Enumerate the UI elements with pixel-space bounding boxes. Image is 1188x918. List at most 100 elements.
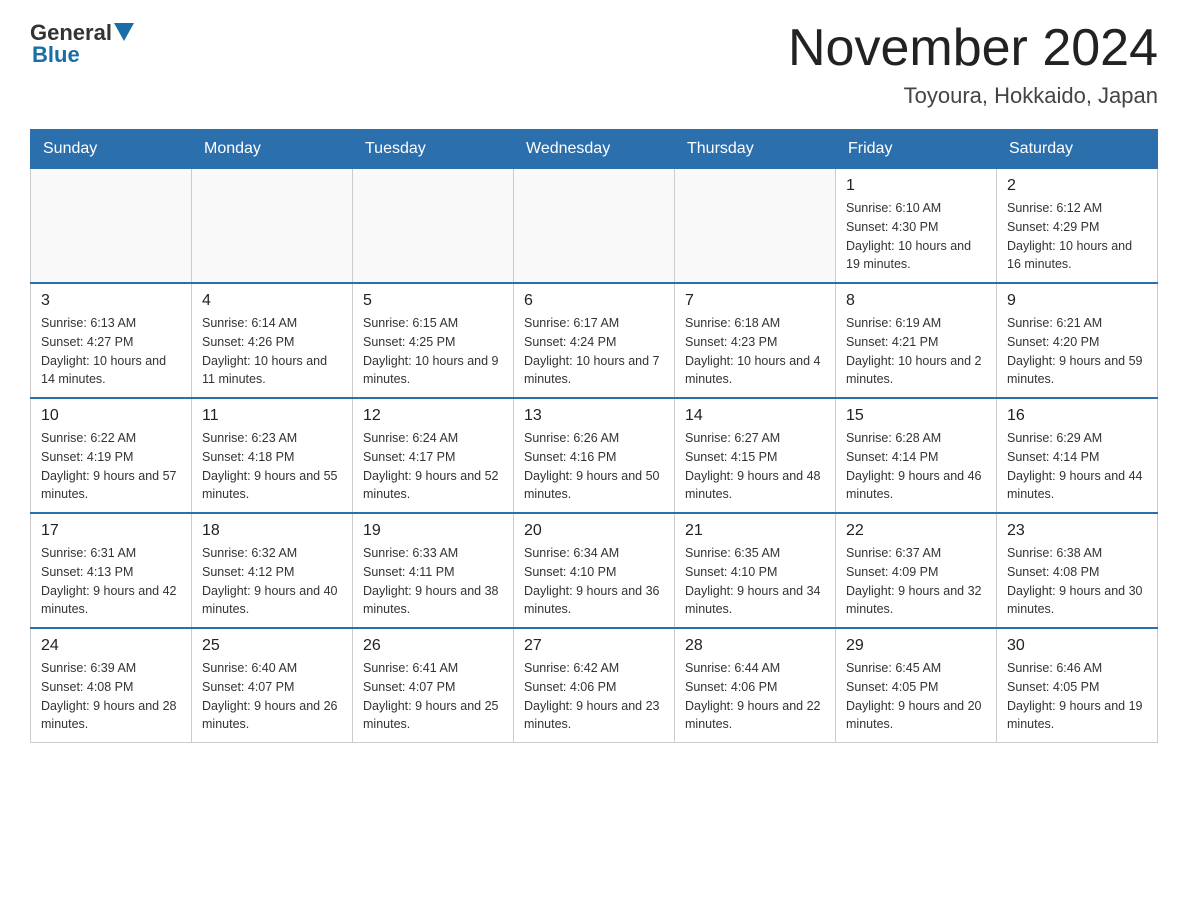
day-info: Sunrise: 6:41 AM Sunset: 4:07 PM Dayligh… xyxy=(363,659,503,734)
logo: General Blue xyxy=(30,20,134,68)
day-number: 15 xyxy=(846,407,986,425)
weekday-header-friday: Friday xyxy=(836,130,997,169)
day-info: Sunrise: 6:39 AM Sunset: 4:08 PM Dayligh… xyxy=(41,659,181,734)
calendar-cell: 21Sunrise: 6:35 AM Sunset: 4:10 PM Dayli… xyxy=(675,513,836,628)
calendar-cell xyxy=(192,169,353,284)
day-number: 8 xyxy=(846,292,986,310)
calendar-week-row: 10 Sunrise: 6:22 AM Sunset: 4:19 PM Dayli… xyxy=(31,398,1158,513)
day-number: 18 xyxy=(202,522,342,540)
calendar-cell: 12 Sunrise: 6:24 AM Sunset: 4:17 PM Dayli… xyxy=(353,398,514,513)
calendar-cell: 11 Sunrise: 6:23 AM Sunset: 4:18 PM Dayli… xyxy=(192,398,353,513)
month-title: November 2024 xyxy=(788,20,1158,77)
calendar-cell: 14Sunrise: 6:27 AM Sunset: 4:15 PM Dayli… xyxy=(675,398,836,513)
calendar-cell: 25 Sunrise: 6:40 AM Sunset: 4:07 PM Dayli… xyxy=(192,628,353,743)
calendar-week-row: 3Sunrise: 6:13 AM Sunset: 4:27 PM Daylig… xyxy=(31,283,1158,398)
day-number: 29 xyxy=(846,637,986,655)
day-info: Sunrise: 6:34 AM Sunset: 4:10 PM Dayligh… xyxy=(524,544,664,619)
day-info: Sunrise: 6:10 AM Sunset: 4:30 PM Dayligh… xyxy=(846,199,986,274)
day-info: Sunrise: 6:42 AM Sunset: 4:06 PM Dayligh… xyxy=(524,659,664,734)
calendar-cell xyxy=(514,169,675,284)
day-info: Sunrise: 6:23 AM Sunset: 4:18 PM Dayligh… xyxy=(202,429,342,504)
day-number: 28 xyxy=(685,637,825,655)
calendar-cell: 8Sunrise: 6:19 AM Sunset: 4:21 PM Daylig… xyxy=(836,283,997,398)
day-info: Sunrise: 6:35 AM Sunset: 4:10 PM Dayligh… xyxy=(685,544,825,619)
day-info: Sunrise: 6:13 AM Sunset: 4:27 PM Dayligh… xyxy=(41,314,181,389)
calendar-cell xyxy=(353,169,514,284)
calendar-cell: 27Sunrise: 6:42 AM Sunset: 4:06 PM Dayli… xyxy=(514,628,675,743)
day-number: 12 xyxy=(363,407,503,425)
calendar-cell: 15 Sunrise: 6:28 AM Sunset: 4:14 PM Dayli… xyxy=(836,398,997,513)
day-info: Sunrise: 6:22 AM Sunset: 4:19 PM Dayligh… xyxy=(41,429,181,504)
day-info: Sunrise: 6:40 AM Sunset: 4:07 PM Dayligh… xyxy=(202,659,342,734)
day-number: 23 xyxy=(1007,522,1147,540)
weekday-header-wednesday: Wednesday xyxy=(514,130,675,169)
day-number: 11 xyxy=(202,407,342,425)
calendar-week-row: 17 Sunrise: 6:31 AM Sunset: 4:13 PM Dayli… xyxy=(31,513,1158,628)
calendar-table: SundayMondayTuesdayWednesdayThursdayFrid… xyxy=(30,129,1158,743)
calendar-cell: 2 Sunrise: 6:12 AM Sunset: 4:29 PM Daylig… xyxy=(997,169,1158,284)
calendar-cell: 9 Sunrise: 6:21 AM Sunset: 4:20 PM Daylig… xyxy=(997,283,1158,398)
day-info: Sunrise: 6:32 AM Sunset: 4:12 PM Dayligh… xyxy=(202,544,342,619)
weekday-header-saturday: Saturday xyxy=(997,130,1158,169)
day-info: Sunrise: 6:15 AM Sunset: 4:25 PM Dayligh… xyxy=(363,314,503,389)
calendar-week-row: 24 Sunrise: 6:39 AM Sunset: 4:08 PM Dayli… xyxy=(31,628,1158,743)
calendar-cell: 17 Sunrise: 6:31 AM Sunset: 4:13 PM Dayli… xyxy=(31,513,192,628)
calendar-cell: 6 Sunrise: 6:17 AM Sunset: 4:24 PM Daylig… xyxy=(514,283,675,398)
weekday-header-thursday: Thursday xyxy=(675,130,836,169)
calendar-cell: 30Sunrise: 6:46 AM Sunset: 4:05 PM Dayli… xyxy=(997,628,1158,743)
day-info: Sunrise: 6:28 AM Sunset: 4:14 PM Dayligh… xyxy=(846,429,986,504)
day-info: Sunrise: 6:31 AM Sunset: 4:13 PM Dayligh… xyxy=(41,544,181,619)
location-title: Toyoura, Hokkaido, Japan xyxy=(788,83,1158,109)
weekday-header-tuesday: Tuesday xyxy=(353,130,514,169)
logo-triangle-icon xyxy=(114,23,134,41)
day-info: Sunrise: 6:18 AM Sunset: 4:23 PM Dayligh… xyxy=(685,314,825,389)
calendar-cell: 20 Sunrise: 6:34 AM Sunset: 4:10 PM Dayli… xyxy=(514,513,675,628)
calendar-cell: 22 Sunrise: 6:37 AM Sunset: 4:09 PM Dayli… xyxy=(836,513,997,628)
day-info: Sunrise: 6:14 AM Sunset: 4:26 PM Dayligh… xyxy=(202,314,342,389)
calendar-cell: 18 Sunrise: 6:32 AM Sunset: 4:12 PM Dayli… xyxy=(192,513,353,628)
day-info: Sunrise: 6:26 AM Sunset: 4:16 PM Dayligh… xyxy=(524,429,664,504)
calendar-cell: 29Sunrise: 6:45 AM Sunset: 4:05 PM Dayli… xyxy=(836,628,997,743)
calendar-cell: 26 Sunrise: 6:41 AM Sunset: 4:07 PM Dayli… xyxy=(353,628,514,743)
calendar-cell: 28 Sunrise: 6:44 AM Sunset: 4:06 PM Dayli… xyxy=(675,628,836,743)
day-info: Sunrise: 6:44 AM Sunset: 4:06 PM Dayligh… xyxy=(685,659,825,734)
calendar-cell xyxy=(675,169,836,284)
day-number: 1 xyxy=(846,177,986,195)
calendar-cell: 3Sunrise: 6:13 AM Sunset: 4:27 PM Daylig… xyxy=(31,283,192,398)
calendar-cell: 24 Sunrise: 6:39 AM Sunset: 4:08 PM Dayli… xyxy=(31,628,192,743)
day-info: Sunrise: 6:24 AM Sunset: 4:17 PM Dayligh… xyxy=(363,429,503,504)
calendar-cell: 7Sunrise: 6:18 AM Sunset: 4:23 PM Daylig… xyxy=(675,283,836,398)
day-info: Sunrise: 6:17 AM Sunset: 4:24 PM Dayligh… xyxy=(524,314,664,389)
calendar-cell: 5Sunrise: 6:15 AM Sunset: 4:25 PM Daylig… xyxy=(353,283,514,398)
logo-blue-text: Blue xyxy=(32,42,80,68)
day-number: 2 xyxy=(1007,177,1147,195)
day-number: 9 xyxy=(1007,292,1147,310)
day-number: 30 xyxy=(1007,637,1147,655)
page-header: General Blue November 2024 Toyoura, Hokk… xyxy=(30,20,1158,109)
day-info: Sunrise: 6:12 AM Sunset: 4:29 PM Dayligh… xyxy=(1007,199,1147,274)
day-info: Sunrise: 6:29 AM Sunset: 4:14 PM Dayligh… xyxy=(1007,429,1147,504)
day-number: 13 xyxy=(524,407,664,425)
day-info: Sunrise: 6:21 AM Sunset: 4:20 PM Dayligh… xyxy=(1007,314,1147,389)
weekday-header-monday: Monday xyxy=(192,130,353,169)
calendar-cell: 23 Sunrise: 6:38 AM Sunset: 4:08 PM Dayli… xyxy=(997,513,1158,628)
calendar-header-row: SundayMondayTuesdayWednesdayThursdayFrid… xyxy=(31,130,1158,169)
day-number: 6 xyxy=(524,292,664,310)
day-number: 26 xyxy=(363,637,503,655)
calendar-cell: 4 Sunrise: 6:14 AM Sunset: 4:26 PM Daylig… xyxy=(192,283,353,398)
day-number: 16 xyxy=(1007,407,1147,425)
weekday-header-sunday: Sunday xyxy=(31,130,192,169)
day-number: 17 xyxy=(41,522,181,540)
day-number: 22 xyxy=(846,522,986,540)
day-info: Sunrise: 6:37 AM Sunset: 4:09 PM Dayligh… xyxy=(846,544,986,619)
calendar-cell: 13 Sunrise: 6:26 AM Sunset: 4:16 PM Dayli… xyxy=(514,398,675,513)
day-number: 4 xyxy=(202,292,342,310)
title-section: November 2024 Toyoura, Hokkaido, Japan xyxy=(788,20,1158,109)
day-number: 25 xyxy=(202,637,342,655)
day-number: 14 xyxy=(685,407,825,425)
day-number: 10 xyxy=(41,407,181,425)
day-info: Sunrise: 6:38 AM Sunset: 4:08 PM Dayligh… xyxy=(1007,544,1147,619)
day-number: 20 xyxy=(524,522,664,540)
calendar-cell: 1 Sunrise: 6:10 AM Sunset: 4:30 PM Daylig… xyxy=(836,169,997,284)
day-number: 24 xyxy=(41,637,181,655)
